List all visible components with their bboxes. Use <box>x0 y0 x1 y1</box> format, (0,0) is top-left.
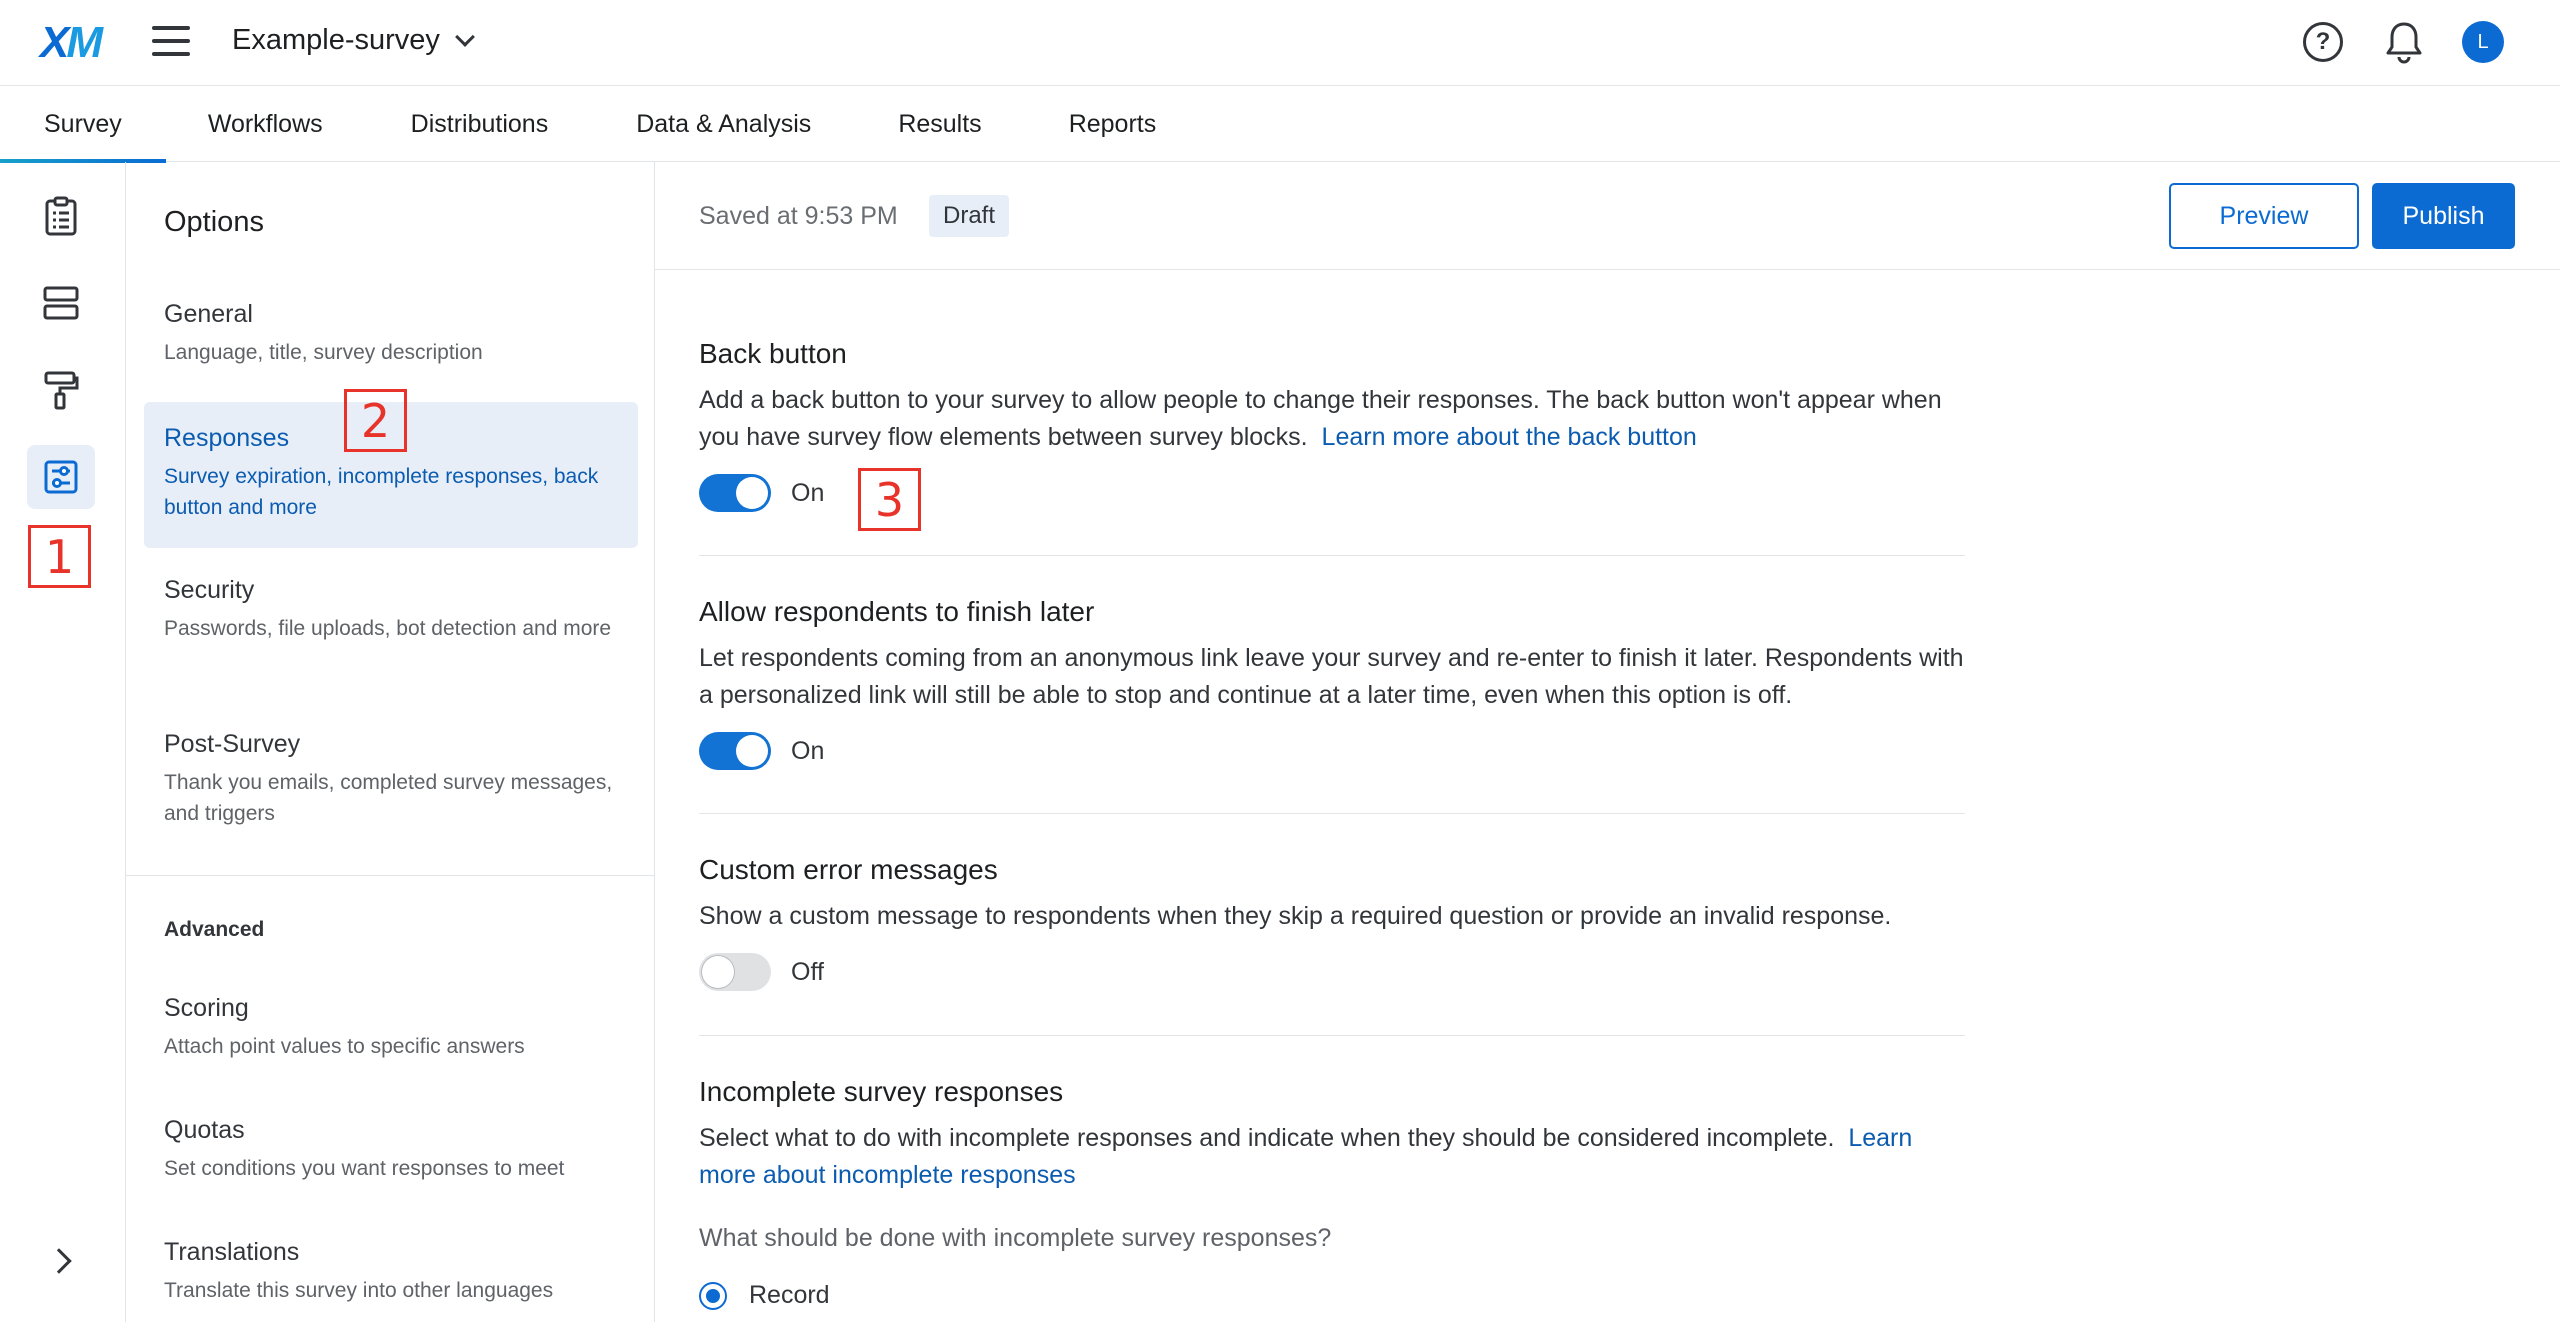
hamburger-menu-icon[interactable] <box>152 26 190 58</box>
publish-button[interactable]: Publish <box>2372 183 2515 249</box>
tab-survey[interactable]: Survey <box>0 86 166 163</box>
rail-survey-options[interactable] <box>27 445 95 509</box>
divider <box>699 555 1965 556</box>
radio-label: Record <box>749 1281 830 1309</box>
survey-name: Example-survey <box>232 24 440 56</box>
back-button-toggle[interactable] <box>699 474 771 512</box>
saved-status: Saved at 9:53 PM <box>699 202 898 230</box>
setting-finish-later: Allow respondents to finish later Let re… <box>699 596 1965 770</box>
rail-look-and-feel[interactable] <box>27 358 95 422</box>
survey-name-dropdown[interactable]: Example-survey <box>232 24 475 57</box>
logo-x: X <box>40 18 69 67</box>
tab-data-analysis[interactable]: Data & Analysis <box>636 86 811 162</box>
status-badge: Draft <box>929 195 1010 237</box>
annotation-box: 3 <box>858 468 921 531</box>
custom-errors-toggle[interactable] <box>699 953 771 991</box>
paint-roller-icon <box>44 371 79 410</box>
options-item-desc: Thank you emails, completed survey messa… <box>164 771 613 825</box>
options-item-label: Post-Survey <box>164 730 301 758</box>
options-nav: Options General Language, title, survey … <box>126 162 655 1322</box>
radio-record-row[interactable]: Record <box>699 1281 1965 1310</box>
options-item-desc: Set conditions you want responses to mee… <box>164 1157 565 1180</box>
bell-icon[interactable] <box>2384 20 2424 64</box>
rail-survey-editor[interactable] <box>27 184 95 248</box>
options-item-quotas[interactable]: Quotas Set conditions you want responses… <box>144 1116 638 1184</box>
options-item-security[interactable]: Security Passwords, file uploads, bot de… <box>144 576 638 644</box>
annotation-box: 2 <box>344 389 407 452</box>
main-tabs: Survey Workflows Distributions Data & An… <box>0 86 2560 163</box>
setting-desc: Add a back button to your survey to allo… <box>699 382 1965 456</box>
options-item-desc: Passwords, file uploads, bot detection a… <box>164 617 612 640</box>
preview-button[interactable]: Preview <box>2169 183 2359 249</box>
options-item-desc: Translate this survey into other languag… <box>164 1279 554 1302</box>
options-item-desc: Survey expiration, incomplete responses,… <box>164 465 599 519</box>
xm-logo[interactable]: XM <box>40 18 103 68</box>
tab-reports[interactable]: Reports <box>1069 86 1157 162</box>
options-item-label: General <box>164 300 253 328</box>
options-divider <box>126 875 655 876</box>
chevron-right-icon[interactable] <box>46 1248 72 1274</box>
toggle-row: On <box>699 732 1965 770</box>
setting-title: Incomplete survey responses <box>699 1076 1064 1107</box>
toggle-label: On <box>791 478 825 507</box>
rail-survey-flow[interactable] <box>27 271 95 335</box>
options-item-label: Security <box>164 576 255 604</box>
options-title: Options <box>164 206 264 238</box>
tab-distributions[interactable]: Distributions <box>411 86 549 162</box>
finish-later-toggle[interactable] <box>699 732 771 770</box>
tab-results[interactable]: Results <box>898 86 981 162</box>
clipboard-icon <box>45 196 77 236</box>
options-item-label: Quotas <box>164 1116 245 1144</box>
options-content: Saved at 9:53 PM Draft Preview Publish B… <box>655 162 2560 1322</box>
options-advanced-heading: Advanced <box>164 918 265 941</box>
toggle-label: On <box>791 736 825 765</box>
radio-record[interactable] <box>699 1281 727 1310</box>
setting-desc: Show a custom message to respondents whe… <box>699 902 1892 930</box>
options-item-desc: Language, title, survey description <box>164 341 483 364</box>
annotation-box: 1 <box>28 525 91 588</box>
setting-title: Back button <box>699 338 847 369</box>
toggle-label: Off <box>791 957 824 986</box>
toggle-row: Off <box>699 953 1965 991</box>
setting-title: Allow respondents to finish later <box>699 596 1095 627</box>
options-item-label: Translations <box>164 1238 300 1266</box>
options-item-general[interactable]: General Language, title, survey descript… <box>144 300 638 368</box>
back-button-learn-more-link[interactable]: Learn more about the back button <box>1322 423 1697 451</box>
avatar[interactable]: L <box>2462 21 2504 63</box>
setting-incomplete-responses: Incomplete survey responses Select what … <box>699 1076 1965 1310</box>
chevron-down-icon <box>455 26 475 47</box>
incomplete-question: What should be done with incomplete surv… <box>699 1224 1332 1252</box>
content-header: Saved at 9:53 PM Draft Preview Publish <box>655 162 2560 270</box>
tab-workflows[interactable]: Workflows <box>208 86 323 162</box>
logo-m: M <box>66 18 103 67</box>
survey-flow-icon <box>43 286 79 320</box>
options-item-translations[interactable]: Translations Translate this survey into … <box>144 1238 638 1306</box>
left-rail <box>0 162 126 1322</box>
divider <box>699 813 1965 814</box>
setting-desc-text: Add a back button to your survey to allo… <box>699 386 1942 451</box>
divider <box>699 1035 1965 1036</box>
setting-title: Custom error messages <box>699 854 998 885</box>
setting-desc: Let respondents coming from an anonymous… <box>699 644 1964 709</box>
options-item-label: Scoring <box>164 994 249 1022</box>
setting-desc: Select what to do with incomplete respon… <box>699 1120 1965 1194</box>
setting-custom-errors: Custom error messages Show a custom mess… <box>699 854 1965 991</box>
top-bar: XM Example-survey ? L <box>0 0 2560 86</box>
options-item-scoring[interactable]: Scoring Attach point values to specific … <box>144 994 638 1062</box>
options-item-post-survey[interactable]: Post-Survey Thank you emails, completed … <box>144 730 638 829</box>
options-item-desc: Attach point values to specific answers <box>164 1035 525 1058</box>
help-icon[interactable]: ? <box>2303 22 2343 62</box>
survey-options-icon <box>44 460 78 494</box>
setting-desc-text: Select what to do with incomplete respon… <box>699 1124 1835 1152</box>
